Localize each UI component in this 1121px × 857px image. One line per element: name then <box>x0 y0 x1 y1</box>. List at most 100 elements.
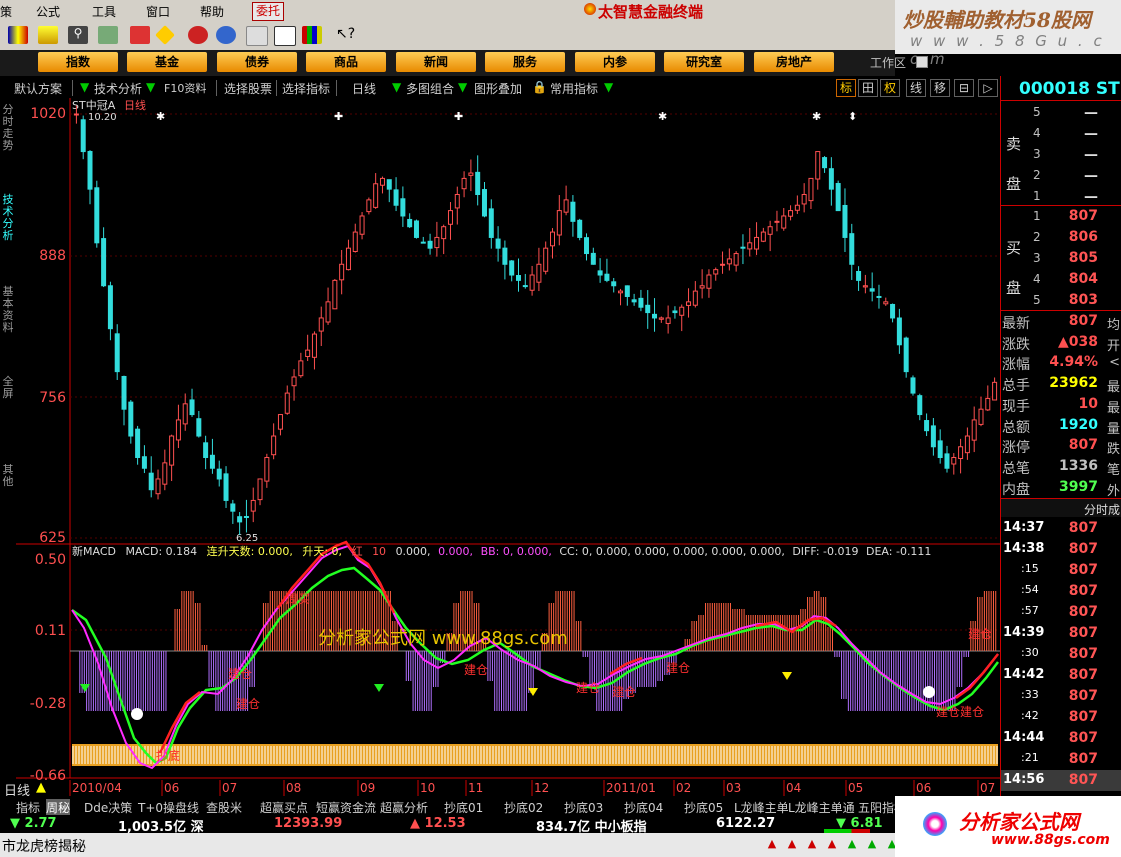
chart-icon[interactable] <box>38 26 58 44</box>
entrust-button[interactable]: 委托 <box>252 2 285 21</box>
view-move-button[interactable]: 移 <box>930 79 950 97</box>
tab-basic-info[interactable]: 基本资料 <box>1 286 15 334</box>
chart-svg[interactable]: 1020 888 756 625 0.50 0.11 -0.28 -0.66 S… <box>16 98 1000 798</box>
sell-order-row[interactable]: 4— <box>1001 124 1121 145</box>
event-marker-icon[interactable]: ✚ <box>454 110 463 123</box>
indicator-tab[interactable]: 周秘 <box>46 799 71 816</box>
indicator-tab[interactable]: 抄底03 <box>564 799 603 816</box>
buy-order-row[interactable]: 5 803 <box>1001 291 1121 312</box>
workspace-close-icon[interactable] <box>916 56 928 68</box>
indicator-tab[interactable]: 抄底02 <box>504 799 543 816</box>
menu-item-formula[interactable]: 公式 <box>36 3 60 20</box>
tab-tech-analysis[interactable]: 技术分析 <box>1 194 15 242</box>
blue-ball-icon[interactable] <box>216 26 236 44</box>
select-indicator-menu[interactable]: 选择指标 <box>282 80 330 97</box>
quote-icon[interactable] <box>8 26 28 44</box>
sell-order-row[interactable]: 5— <box>1001 103 1121 124</box>
view-next-button[interactable]: ▷ <box>978 79 998 97</box>
window-icon[interactable] <box>274 26 296 46</box>
document-icon[interactable] <box>246 26 268 46</box>
indicator-tab[interactable]: 抄底05 <box>684 799 723 816</box>
diamond-icon[interactable] <box>155 25 175 45</box>
buy-order-row[interactable]: 3 805 <box>1001 249 1121 270</box>
indicator-tab[interactable]: 查股米 <box>206 799 242 816</box>
books-icon[interactable] <box>302 26 322 44</box>
binoculars-icon[interactable]: ⚲ <box>68 26 88 44</box>
event-marker-icon[interactable]: ✱ <box>156 110 165 123</box>
candle <box>155 478 161 495</box>
common-indicator-menu[interactable]: 常用指标 <box>550 80 598 97</box>
workspace-label[interactable]: 工作区 <box>870 54 906 71</box>
nav-bond-button[interactable]: 债券 <box>217 52 297 72</box>
sell-order-row[interactable]: 3— <box>1001 145 1121 166</box>
candle <box>277 414 283 430</box>
indicator-tab[interactable]: Dde决策 <box>84 799 132 816</box>
buy-order-row[interactable]: 2 806 <box>1001 228 1121 249</box>
nav-fund-button[interactable]: 基金 <box>127 52 207 72</box>
view-rights-button[interactable]: 权 <box>880 79 900 97</box>
indicator-tab[interactable]: L龙峰主单通 <box>788 799 855 816</box>
indicator-tab[interactable]: 短赢资金流 <box>316 799 376 816</box>
kline-chart[interactable]: 1020 888 756 625 0.50 0.11 -0.28 -0.66 S… <box>16 98 1000 798</box>
multi-chart-menu[interactable]: 多图组合 <box>406 80 454 97</box>
view-line-button[interactable]: 线 <box>906 79 926 97</box>
menu-item-window[interactable]: 窗口 <box>146 3 170 20</box>
buy-order-row[interactable]: 4 804 <box>1001 270 1121 291</box>
alert-icon[interactable] <box>130 26 150 44</box>
nav-realestate-button[interactable]: 房地产 <box>754 52 834 72</box>
nav-research-button[interactable]: 研究室 <box>664 52 744 72</box>
period-up-icon[interactable]: ▲ <box>36 780 46 795</box>
red-ball-icon[interactable] <box>188 26 208 44</box>
tick-row: :54 807 <box>1001 581 1121 602</box>
sell-order-row[interactable]: 2— <box>1001 166 1121 187</box>
tick-price: 807 <box>1068 730 1098 746</box>
period-indicator[interactable]: 日线 <box>4 780 31 799</box>
event-marker-icon[interactable]: ⬍ <box>848 110 857 123</box>
tab-intraday[interactable]: 分时走势 <box>1 104 15 152</box>
menu-item-strategy[interactable]: 策 <box>0 3 12 20</box>
tick-row: :42 807 <box>1001 707 1121 728</box>
tick-price: 807 <box>1068 562 1098 578</box>
indicator-tab[interactable]: 抄底01 <box>444 799 483 816</box>
nav-commodity-button[interactable]: 商品 <box>306 52 386 72</box>
menu-item-help[interactable]: 帮助 <box>200 3 224 20</box>
nav-service-button[interactable]: 服务 <box>485 52 565 72</box>
status-arrow-icon: ▲ <box>767 837 777 850</box>
period-menu[interactable]: 日线 <box>352 80 376 97</box>
nav-news-button[interactable]: 新闻 <box>396 52 476 72</box>
candle <box>182 403 188 425</box>
stock-code[interactable]: 000018 ST <box>1019 79 1120 99</box>
indicator-tab[interactable]: 指标 <box>16 799 40 816</box>
scheme-select[interactable]: 默认方案 <box>14 80 62 97</box>
help-cursor-icon[interactable]: ↖? <box>336 26 356 44</box>
view-grid-button[interactable]: 田 <box>858 79 878 97</box>
select-stock-menu[interactable]: 选择股票 <box>224 80 272 97</box>
view-mark-button[interactable]: 标 <box>836 79 856 97</box>
nav-index-button[interactable]: 指数 <box>38 52 118 72</box>
network-icon[interactable] <box>98 26 118 44</box>
event-marker-icon[interactable]: ✚ <box>334 110 343 123</box>
nav-insider-button[interactable]: 内参 <box>575 52 655 72</box>
overlay-menu[interactable]: 图形叠加 <box>474 80 522 97</box>
indicator-tab[interactable]: 超赢买点 <box>260 799 308 816</box>
tech-analysis-menu[interactable]: 技术分析 <box>94 80 142 97</box>
lock-icon[interactable]: 🔒 <box>532 80 547 94</box>
indicator-tab[interactable]: L龙峰主单 <box>734 799 789 816</box>
f10-menu[interactable]: F10资料 <box>164 80 206 96</box>
candle <box>686 301 692 306</box>
indicator-tab[interactable]: 超赢分析 <box>380 799 428 816</box>
buy-order-row[interactable]: 1 807 <box>1001 207 1121 228</box>
menu-item-tools[interactable]: 工具 <box>92 3 116 20</box>
event-marker-icon[interactable]: ✱ <box>658 110 667 123</box>
divider <box>1001 310 1121 311</box>
tab-other[interactable]: 其他 <box>1 464 15 488</box>
candle <box>311 333 317 358</box>
view-box-button[interactable]: ⊟ <box>954 79 974 97</box>
indicator-tab[interactable]: T+0操盘线 <box>138 799 199 816</box>
date-label: 07 <box>222 781 237 795</box>
indicator-tab[interactable]: 抄底04 <box>624 799 663 816</box>
event-marker-icon[interactable]: ✱ <box>812 110 821 123</box>
order-level: 2 <box>1033 230 1041 244</box>
period-label: 日线 <box>124 98 146 112</box>
tab-fullscreen[interactable]: 全屏 <box>1 376 15 400</box>
